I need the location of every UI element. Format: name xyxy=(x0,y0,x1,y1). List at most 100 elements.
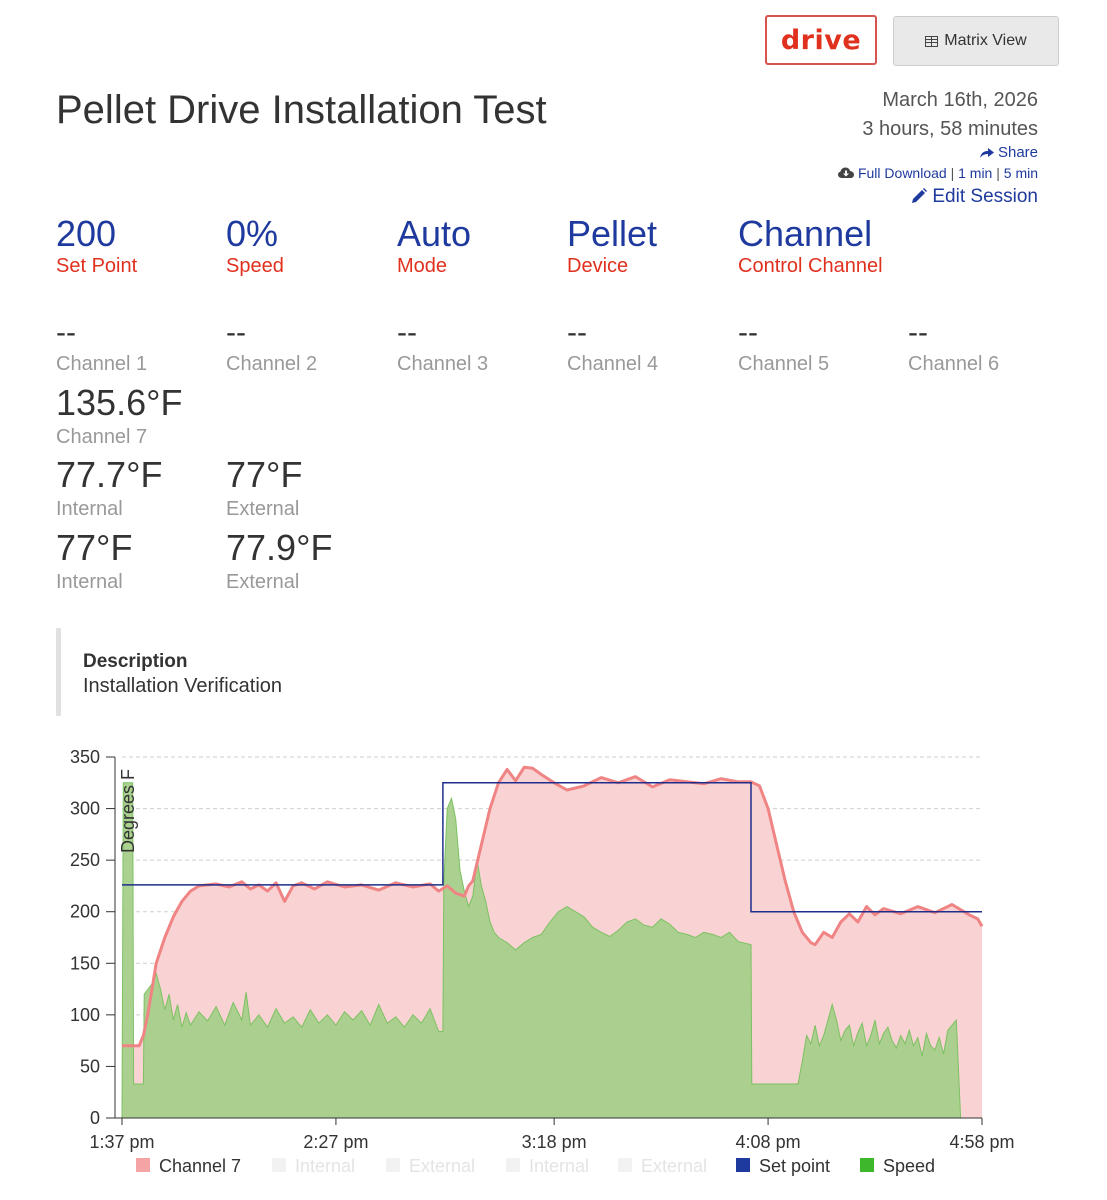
drive-logo[interactable]: drive xyxy=(765,15,877,65)
edit-session-label: Edit Session xyxy=(932,186,1038,207)
x-tick-label: 4:08 pm xyxy=(736,1132,801,1152)
channel-label: Channel 6 xyxy=(908,353,1000,375)
channel-value: -- xyxy=(226,316,246,349)
channel-value: -- xyxy=(738,316,758,349)
y-tick-label: 100 xyxy=(70,1005,100,1025)
legend-item[interactable]: External xyxy=(386,1156,475,1176)
reading-value: 77°F xyxy=(56,527,133,568)
legend-item[interactable]: Channel 7 xyxy=(136,1156,241,1176)
legend-label: Channel 7 xyxy=(159,1156,241,1176)
internal-reading-1: 77.7°F Internal xyxy=(56,456,162,521)
legend-label: External xyxy=(409,1156,475,1176)
reading-label: External xyxy=(226,571,300,593)
channel-6: -- Channel 6 xyxy=(908,317,999,376)
channel-label: Channel 5 xyxy=(738,353,830,375)
y-tick-label: 0 xyxy=(90,1108,100,1128)
channel-7-value: 135.6°F xyxy=(56,382,183,423)
stat-value: Pellet xyxy=(567,213,658,254)
external-reading-2: 77.9°F External xyxy=(226,529,332,594)
stat-value: 0% xyxy=(226,213,279,254)
share-link[interactable]: Share xyxy=(838,144,1038,162)
y-tick-label: 250 xyxy=(70,850,100,870)
reading-value: 77°F xyxy=(226,454,303,495)
separator: | xyxy=(950,165,955,181)
x-tick-label: 1:37 pm xyxy=(89,1132,154,1152)
session-date: March 16th, 2026 xyxy=(882,89,1038,111)
description-text: Installation Verification xyxy=(83,675,283,697)
legend-item[interactable]: External xyxy=(618,1156,707,1176)
channel-7-label: Channel 7 xyxy=(56,426,148,448)
x-tick-label: 3:18 pm xyxy=(522,1132,587,1152)
legend-label: Internal xyxy=(295,1156,355,1176)
pencil-icon xyxy=(912,188,928,203)
reading-label: Internal xyxy=(56,571,123,593)
channel-label: Channel 3 xyxy=(397,353,489,375)
legend-label: External xyxy=(641,1156,707,1176)
legend-swatch xyxy=(618,1158,632,1172)
page-title: Pellet Drive Installation Test xyxy=(56,88,547,132)
stat-speed: 0% Speed xyxy=(226,214,284,278)
x-tick-label: 2:27 pm xyxy=(303,1132,368,1152)
internal-reading-2: 77°F Internal xyxy=(56,529,132,594)
reading-label: Internal xyxy=(56,498,123,520)
legend-label: Set point xyxy=(759,1156,830,1176)
stat-value: Auto xyxy=(397,213,472,254)
chart-legend[interactable]: Channel 7 Internal External Internal Externa… xyxy=(136,1156,935,1176)
channel-value: -- xyxy=(908,316,928,349)
stat-label: Set Point xyxy=(56,255,138,277)
matrix-view-label: Matrix View xyxy=(944,32,1027,49)
channel-value: -- xyxy=(56,316,76,349)
table-grid-icon xyxy=(925,35,939,47)
y-tick-label: 150 xyxy=(70,953,100,973)
edit-session-link[interactable]: Edit Session xyxy=(838,186,1038,208)
channel-2: -- Channel 2 xyxy=(226,317,317,376)
y-tick-label: 350 xyxy=(70,747,100,767)
legend-item[interactable]: Internal xyxy=(506,1156,589,1176)
stat-label: Control Channel xyxy=(738,255,883,277)
legend-swatch xyxy=(386,1158,400,1172)
legend-label: Internal xyxy=(529,1156,589,1176)
legend-item[interactable]: Set point xyxy=(736,1156,830,1176)
description-heading: Description xyxy=(83,651,188,672)
stat-label: Device xyxy=(567,255,629,277)
chart-series xyxy=(121,765,984,1119)
download-5min-link[interactable]: 5 min xyxy=(1004,165,1038,181)
separator: | xyxy=(996,165,1000,181)
download-links: Full Download | 1 min | 5 min xyxy=(838,164,1038,182)
legend-item[interactable]: Speed xyxy=(860,1156,935,1176)
x-tick-label: 4:58 pm xyxy=(949,1132,1014,1152)
stat-mode: Auto Mode xyxy=(397,214,471,278)
legend-item[interactable]: Internal xyxy=(272,1156,355,1176)
session-chart[interactable]: 0 50 100 150 200 250 300 350 1:37 pm 2:27 pm 3:18 … xyxy=(0,730,1107,1200)
legend-swatch xyxy=(736,1158,750,1172)
channel-5: -- Channel 5 xyxy=(738,317,829,376)
stat-label: Speed xyxy=(226,255,284,277)
share-icon xyxy=(979,148,994,158)
share-label: Share xyxy=(997,144,1038,161)
legend-swatch xyxy=(136,1158,150,1172)
reading-value: 77.7°F xyxy=(56,454,163,495)
download-1min-link[interactable]: 1 min xyxy=(958,165,992,181)
reading-label: External xyxy=(226,498,300,520)
legend-swatch xyxy=(272,1158,286,1172)
session-meta: March 16th, 2026 3 hours, 58 minutes Sha… xyxy=(838,88,1038,208)
y-tick-label: 300 xyxy=(70,799,100,819)
matrix-view-button[interactable]: Matrix View xyxy=(893,16,1059,66)
channel-value: -- xyxy=(397,316,417,349)
cloud-download-icon xyxy=(838,167,855,178)
external-reading-1: 77°F External xyxy=(226,456,302,521)
stat-label: Mode xyxy=(397,255,448,277)
channel-1: -- Channel 1 xyxy=(56,317,147,376)
stat-device: Pellet Device xyxy=(567,214,657,278)
y-axis-label: Degrees F xyxy=(118,769,138,853)
channel-label: Channel 4 xyxy=(567,353,659,375)
stat-value: Channel xyxy=(738,213,873,254)
session-duration: 3 hours, 58 minutes xyxy=(862,118,1038,140)
full-download-link[interactable]: Full Download xyxy=(858,165,947,181)
channel-label: Channel 2 xyxy=(226,353,318,375)
legend-label: Speed xyxy=(883,1156,935,1176)
stat-value: 200 xyxy=(56,213,117,254)
y-tick-label: 50 xyxy=(80,1056,100,1076)
channel-label: Channel 1 xyxy=(56,353,148,375)
description-block: Description Installation Verification xyxy=(56,628,356,716)
